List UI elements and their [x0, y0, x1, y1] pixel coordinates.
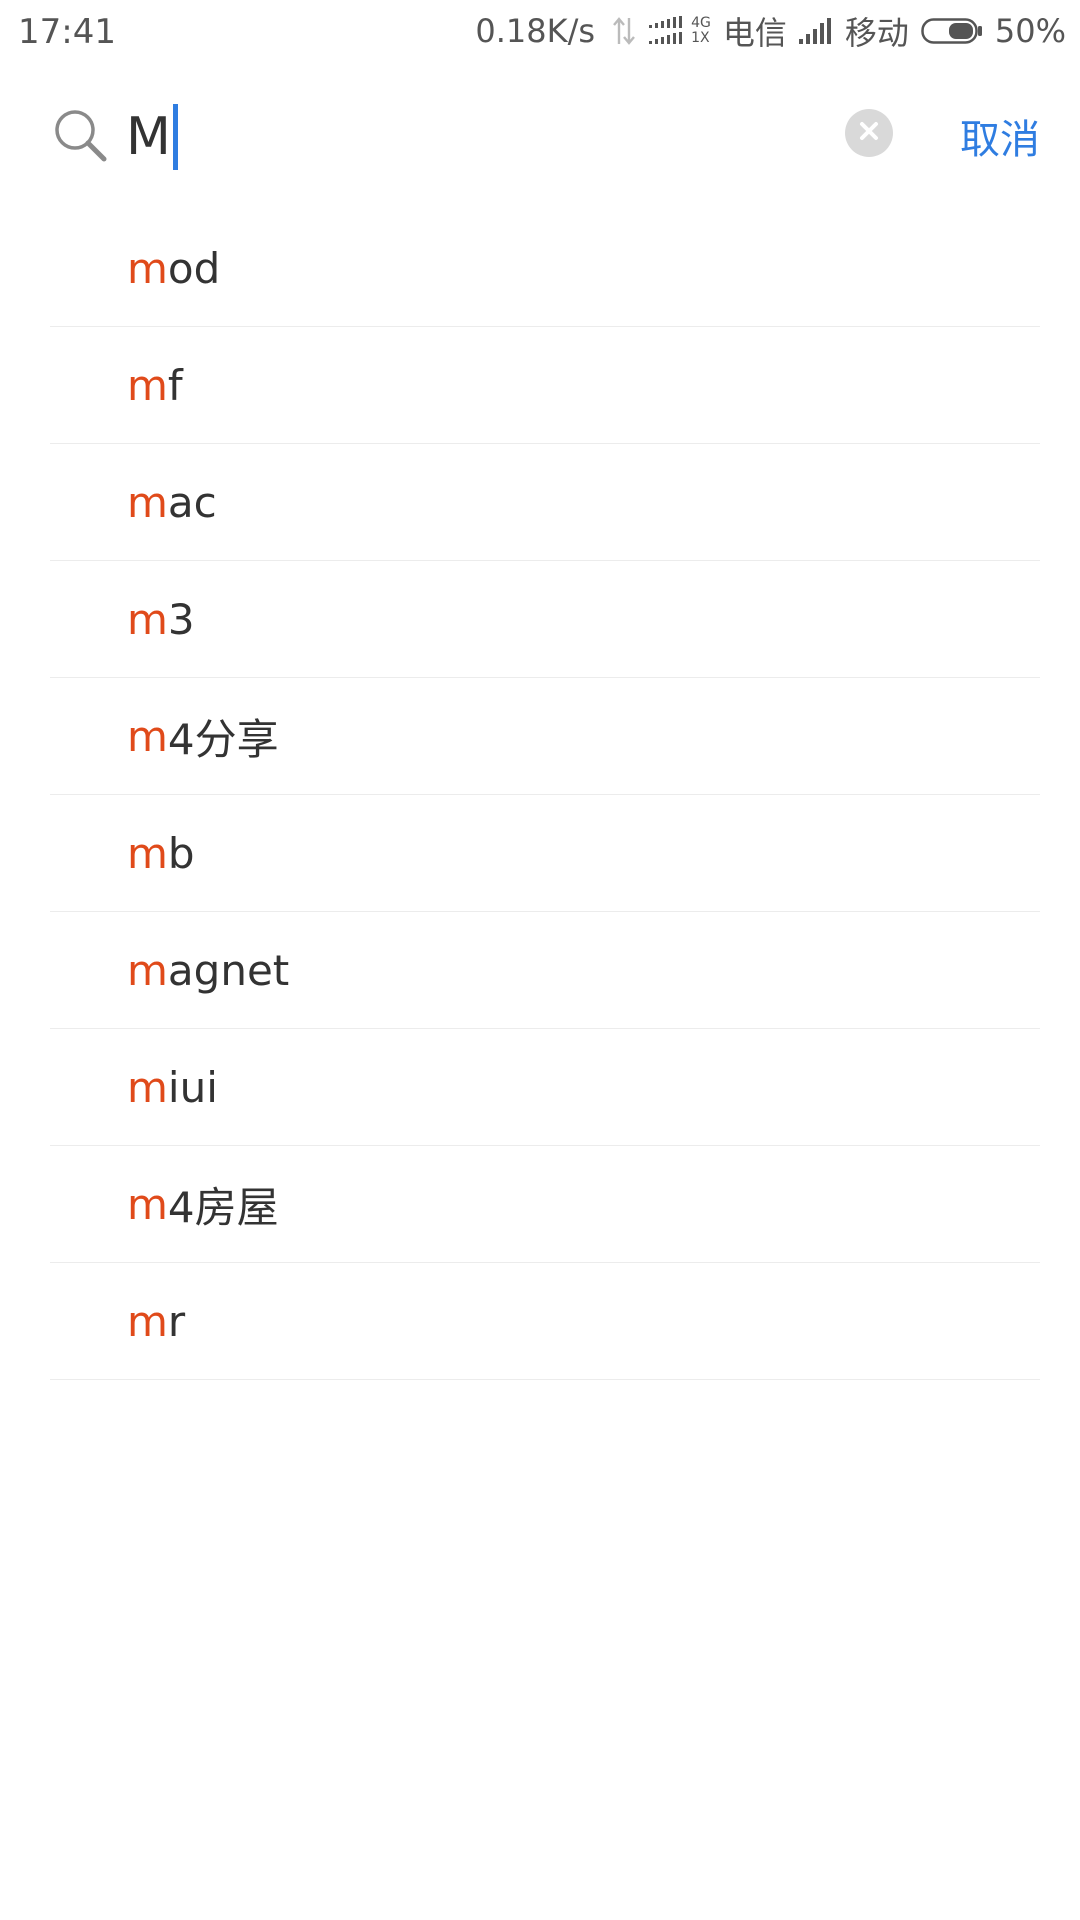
network-type-top: 4G — [691, 15, 711, 31]
text-cursor — [172, 104, 178, 170]
suggestion-match: m — [127, 828, 168, 878]
network-type-bottom: 1X — [691, 30, 710, 46]
data-transfer-icon — [611, 16, 637, 46]
suggestion-rest: r — [167, 1296, 186, 1346]
suggestion-match: m — [127, 360, 168, 410]
suggestion-rest: agnet — [167, 945, 290, 995]
clear-search-button[interactable] — [845, 109, 893, 157]
suggestion-match: m — [127, 243, 168, 293]
suggestion-item[interactable]: m iui — [50, 1029, 1040, 1146]
cancel-button[interactable]: 取消 — [960, 107, 1040, 165]
status-bar: 17:41 0.18K/s 4G 1X 电信 移动 50% — [0, 0, 1080, 64]
suggestion-rest: 4分享 — [167, 714, 279, 764]
suggestion-match: m — [127, 1296, 168, 1346]
status-time: 17:41 — [18, 12, 116, 52]
suggestion-rest: iui — [167, 1062, 218, 1112]
suggestion-item[interactable]: m od — [50, 210, 1040, 327]
suggestion-item[interactable]: mr — [50, 1263, 1040, 1380]
search-input[interactable]: M — [126, 97, 816, 177]
signal-icon — [798, 17, 833, 45]
signal-dual-icon — [649, 16, 683, 46]
suggestion-list: m od mf m ac m3 m 4分享 mb m agnet m iui m 4房屋 m… — [50, 210, 1040, 1380]
search-header: M 取消 — [0, 95, 1080, 185]
battery-icon — [921, 17, 983, 45]
network-type: 4G 1X — [691, 16, 711, 46]
suggestion-rest: ac — [167, 477, 217, 527]
suggestion-item[interactable]: m ac — [50, 444, 1040, 561]
suggestion-item[interactable]: m agnet — [50, 912, 1040, 1029]
carrier-1: 电信 — [722, 14, 787, 52]
suggestion-item[interactable]: mf — [50, 327, 1040, 444]
suggestion-match: m — [127, 711, 168, 761]
carrier-2: 移动 — [844, 14, 909, 52]
suggestion-rest: 4房屋 — [167, 1182, 279, 1232]
suggestion-match: m — [127, 945, 168, 995]
search-icon — [52, 107, 108, 163]
close-icon — [858, 120, 880, 146]
status-right: 0.18K/s 4G 1X 电信 移动 50% — [475, 10, 1066, 52]
suggestion-match: m — [127, 594, 168, 644]
search-input-value: M — [126, 107, 171, 167]
suggestion-item[interactable]: m 4分享 — [50, 678, 1040, 795]
suggestion-match: m — [127, 477, 168, 527]
suggestion-match: m — [127, 1062, 168, 1112]
suggestion-rest: b — [167, 828, 195, 878]
suggestion-item[interactable]: m 4房屋 — [50, 1146, 1040, 1263]
suggestion-item[interactable]: mb — [50, 795, 1040, 912]
battery-percent: 50% — [994, 12, 1066, 50]
net-speed: 0.18K/s — [475, 12, 596, 50]
suggestion-rest: f — [167, 360, 183, 410]
suggestion-rest: 3 — [167, 594, 195, 644]
suggestion-match: m — [127, 1179, 168, 1229]
suggestion-rest: od — [167, 243, 221, 293]
search-page: 17:41 0.18K/s 4G 1X 电信 移动 50% M 取消 m od … — [0, 0, 1080, 1920]
suggestion-item[interactable]: m3 — [50, 561, 1040, 678]
